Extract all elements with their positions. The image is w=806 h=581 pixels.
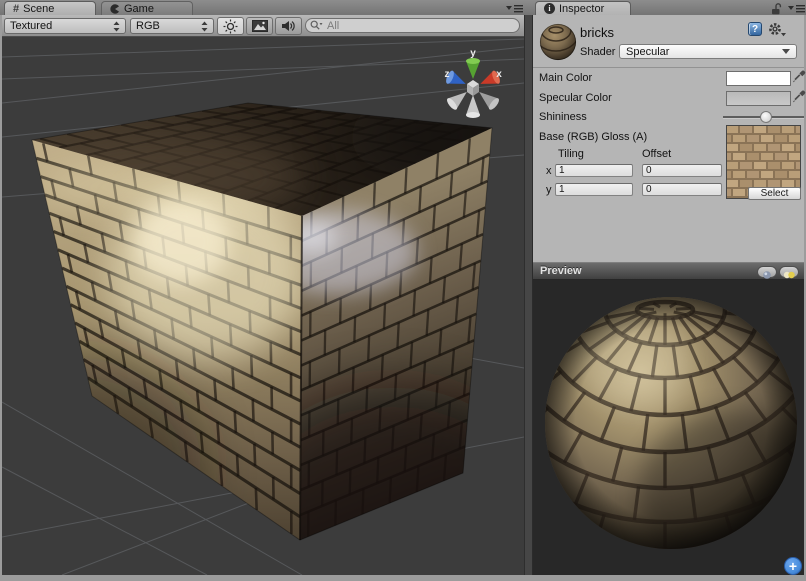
image-icon	[252, 20, 268, 32]
render-mode-value: RGB	[136, 20, 160, 32]
help-icon: ?	[752, 24, 758, 35]
slider-thumb[interactable]	[760, 111, 772, 123]
tab-inspector[interactable]: i Inspector	[535, 1, 631, 15]
gizmo-y-label: y	[470, 48, 476, 59]
scene-toolbar: Textured RGB	[2, 15, 524, 37]
plus-icon: +	[789, 558, 797, 574]
gizmo-x-label: x	[496, 69, 502, 80]
material-preview-sphere[interactable]	[533, 280, 804, 575]
scene-grid-icon: #	[13, 3, 19, 15]
offset-x-field[interactable]	[642, 164, 722, 177]
panel-divider[interactable]	[524, 15, 533, 575]
offset-y-field[interactable]	[642, 183, 722, 196]
draw-mode-value: Textured	[10, 20, 52, 32]
scene-3d-view[interactable]: y x z	[2, 37, 524, 575]
tiling-x-field[interactable]	[555, 164, 633, 177]
preview-body: +	[533, 280, 804, 575]
shader-dropdown[interactable]: Specular	[619, 44, 797, 59]
gear-menu-button[interactable]	[768, 22, 786, 37]
tab-game[interactable]: Game	[101, 1, 193, 15]
shininess-slider[interactable]	[723, 110, 804, 124]
help-button[interactable]: ?	[748, 22, 762, 36]
specular-color-label: Specular Color	[539, 92, 612, 104]
inspector-panel-menu-icon[interactable]	[788, 4, 805, 13]
eyedropper-icon[interactable]	[793, 90, 806, 105]
scene-skybox-toggle[interactable]	[246, 17, 273, 35]
scene-audio-toggle[interactable]	[275, 17, 302, 35]
shader-label: Shader	[580, 46, 615, 58]
brick-cube[interactable]	[2, 97, 524, 575]
preview-mesh-button[interactable]	[757, 266, 777, 278]
draw-mode-dropdown[interactable]: Textured	[4, 18, 126, 34]
main-color-label: Main Color	[539, 72, 592, 84]
speaker-icon	[281, 20, 296, 32]
sphere-icon	[758, 270, 776, 280]
scene-lighting-toggle[interactable]	[217, 17, 244, 35]
unity-window: # Scene Game i Inspector Textured RGB	[0, 0, 806, 581]
shininess-label: Shininess	[539, 111, 587, 123]
search-input[interactable]	[325, 19, 515, 33]
chevron-down-icon	[782, 49, 790, 54]
tab-game-label: Game	[124, 3, 154, 15]
orientation-gizmo[interactable]: y x z	[444, 48, 502, 118]
add-button[interactable]: +	[784, 557, 802, 575]
preview-lighting-button[interactable]	[779, 266, 799, 278]
gear-dropdown-arrow-icon	[781, 33, 786, 36]
top-tab-bar: # Scene Game i Inspector	[0, 0, 806, 15]
main-color-swatch[interactable]	[726, 71, 791, 86]
base-map-label: Base (RGB) Gloss (A)	[539, 131, 647, 143]
scene-panel-menu-icon[interactable]	[506, 4, 523, 13]
preview-title: Preview	[540, 265, 582, 277]
search-icon	[310, 20, 323, 31]
lights-icon	[780, 270, 798, 280]
inspector-info-icon: i	[544, 3, 555, 14]
tiling-header: Tiling	[558, 148, 584, 160]
gizmo-z-label: z	[445, 69, 450, 80]
updown-arrows-icon	[113, 21, 120, 32]
sun-icon	[223, 19, 238, 34]
tab-scene[interactable]: # Scene	[4, 1, 96, 15]
tab-inspector-label: Inspector	[559, 3, 604, 15]
material-preview-icon	[539, 23, 577, 61]
shader-value: Specular	[626, 46, 669, 58]
game-icon	[110, 4, 120, 14]
inspector-panel: bricks Shader Specular ? Main Color Spec…	[533, 15, 804, 262]
tiling-y-field[interactable]	[555, 183, 633, 196]
texture-select-button[interactable]: Select	[748, 187, 801, 200]
row-y-label: y	[546, 184, 552, 196]
render-mode-dropdown[interactable]: RGB	[130, 18, 214, 34]
eyedropper-icon[interactable]	[793, 70, 806, 85]
material-name: bricks	[580, 25, 614, 40]
preview-header: Preview	[533, 262, 804, 280]
lock-icon[interactable]	[771, 3, 783, 15]
row-x-label: x	[546, 165, 552, 177]
offset-header: Offset	[642, 148, 671, 160]
tab-scene-label: Scene	[23, 3, 54, 15]
scene-viewport[interactable]: y x z	[2, 37, 524, 575]
specular-color-swatch[interactable]	[726, 91, 791, 106]
updown-arrows-icon	[201, 21, 208, 32]
scene-search-field[interactable]	[305, 18, 520, 33]
separator	[533, 67, 804, 68]
